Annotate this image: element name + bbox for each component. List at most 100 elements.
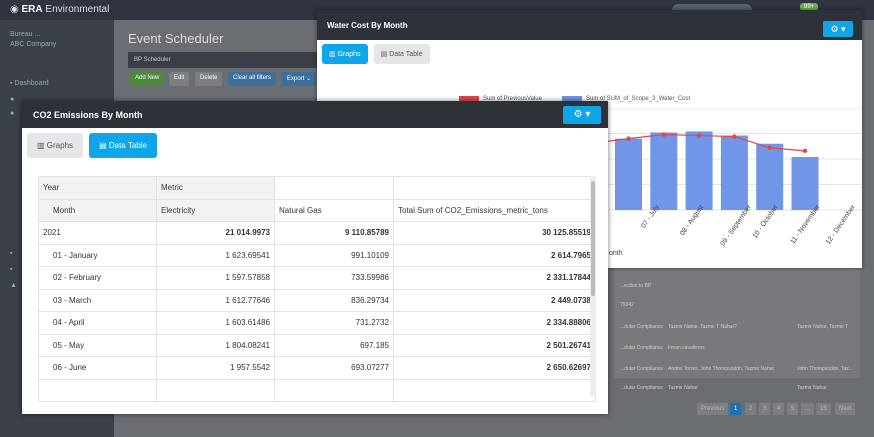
clear-filters-button[interactable]: Clear all filters [228,72,277,86]
table-cell: 21 014.9973 [156,221,275,245]
table-cell: 30 125.85519 [393,221,596,245]
table-cell: 2021 [38,221,157,245]
table-cell: 1 623.69541 [156,243,275,267]
delete-button[interactable]: Delete [195,72,223,86]
pager-previous[interactable]: Previous [696,402,730,416]
tab-graphs[interactable]: ▥ Graphs [27,133,84,158]
add-new-button[interactable]: Add New [130,72,165,86]
bar-11-november[interactable] [756,143,784,210]
table-cell: 06 - June [38,356,157,380]
header-cell: Year [38,176,157,200]
tab-data-table[interactable]: ▤ Data Table [373,44,430,64]
table-cell: Imran cavalleros [668,345,705,351]
table-header-row: Month Electricity Natural Gas Total Sum … [38,198,596,222]
sidebar-item[interactable]: ● [10,110,14,117]
card-title: Water Cost By Month [317,10,862,40]
header-cell [393,176,596,200]
sidebar-item-dashboard[interactable]: ▪ Dashboard [10,80,49,87]
bar-07-july[interactable] [615,138,642,210]
pager-ellipsis: ... [800,402,816,416]
sidebar-item[interactable]: ▪ [10,250,12,257]
table-cell: ...dular Compliance [620,324,664,330]
table-cell: 05 - May [38,333,157,357]
pivot-table: Year Metric Month Electricity Natural Ga… [38,176,596,402]
table-cell: 1 612.77646 [156,288,275,312]
app-logo[interactable]: ◉ ERA Environmental [10,4,109,15]
company-name: Bureau ... ABC Company [10,31,57,48]
table-cell: Tazmir Nahar, Tazmir T Nahar? [668,324,737,330]
table-cell: 1 597.57858 [156,266,275,290]
bar-12-december[interactable] [791,156,819,210]
scrollbar-thumb[interactable] [591,181,595,296]
line-point[interactable] [732,134,737,139]
table-cell: 2 334.88806 [393,311,596,335]
table-cell: 1 603.61486 [156,311,275,335]
edit-button[interactable]: Edit [169,72,190,86]
table-cell: 75042 [620,302,634,308]
table-icon: ▤ [380,51,390,58]
x-axis-label: onth [609,250,623,257]
table-row: 05 - May 1 804.08241 697.185 2 501.26741 [38,333,596,357]
table-row [38,378,596,402]
bar-chart-icon: ▥ [37,141,47,150]
header-cell-month[interactable]: Month [38,198,157,222]
table-cell: 836.29734 [274,288,394,312]
bar-10-october[interactable] [720,135,748,210]
pager-page-3[interactable]: 3 [758,402,772,416]
line-point[interactable] [696,133,702,138]
table-cell: ...dular Compliance [620,385,664,391]
gear-icon: ⚙ ▾ [573,109,591,120]
table-row: 04 - April 1 603.61486 731.2732 2 334.88… [38,311,596,335]
table-cell: ...ection to BP [620,283,652,289]
pager-next[interactable]: Next [834,402,857,416]
table-row: 03 - March 1 612.77646 836.29734 2 449.0… [38,288,596,312]
gear-icon: ⚙ ▾ [830,24,846,34]
bar-09-september[interactable] [685,131,713,210]
line-point[interactable] [626,136,631,141]
header-cell-total[interactable]: Total Sum of CO2_Emissions_metric_tons [393,198,596,222]
table-row: 06 - June 1 957.5542 693.07277 2 650.626… [38,356,596,380]
table-cell: John Thompsoddn, Taz... [797,366,853,372]
header-cell-electricity[interactable]: Electricity [156,198,275,222]
table-cell: 2 650.62697 [393,356,596,380]
table-cell: 02 - February [38,266,157,290]
table-cell: 693.07277 [274,356,394,380]
sidebar-item[interactable]: ▪ [10,266,12,273]
line-point[interactable] [767,145,772,150]
table-row-year: 2021 21 014.9973 9 110.85789 30 125.8551… [38,221,596,245]
line-point[interactable] [802,148,808,154]
tab-graphs[interactable]: ▥ Graphs [322,44,368,64]
table-cell: 731.2732 [274,311,394,335]
scheduler-panel-title: BP Scheduler [128,52,348,68]
table-row: 01 - January 1 623.69541 991.10109 2 614… [38,243,596,267]
pager-page-1[interactable]: 1 [729,402,743,416]
export-button[interactable]: Export ⌄ [282,72,317,86]
table-scrollbar[interactable] [590,176,596,396]
globe-icon: ◉ [10,4,22,15]
table-cell: 697.185 [274,333,394,357]
bar-08-august[interactable] [650,132,678,210]
table-cell: ...dular Compliance [620,345,664,351]
table-cell: 1 957.5542 [156,356,275,380]
table-cell: Tazmir Nahar, Tazmir T [797,324,849,330]
table-cell: 2 614.7965 [393,243,596,267]
card-title: CO2 Emissions By Month [22,101,608,128]
pager-page-4[interactable]: 4 [772,402,786,416]
warning-icon[interactable]: ▲ [10,282,17,289]
table-cell: 991.10109 [274,243,394,267]
table-cell: 9 110.85789 [274,221,394,245]
header-cell [274,176,394,200]
sidebar-item[interactable]: ● [10,96,14,103]
line-point[interactable] [661,132,666,137]
pager-page-15[interactable]: 15 [815,402,832,416]
table-cell: 1 804.08241 [156,333,275,357]
pager-page-5[interactable]: 5 [786,402,800,416]
header-cell-natural-gas[interactable]: Natural Gas [274,198,394,222]
bar-chart-icon: ▥ [329,51,338,58]
table-cell: 03 - March [38,288,157,312]
pager-page-2[interactable]: 2 [744,402,758,416]
page-title: Event Scheduler [128,31,224,46]
tab-data-table[interactable]: ▤ Data Table [89,133,157,158]
settings-dropdown-button[interactable]: ⚙ ▾ [563,106,601,124]
settings-dropdown-button[interactable]: ⚙ ▾ [823,21,853,37]
